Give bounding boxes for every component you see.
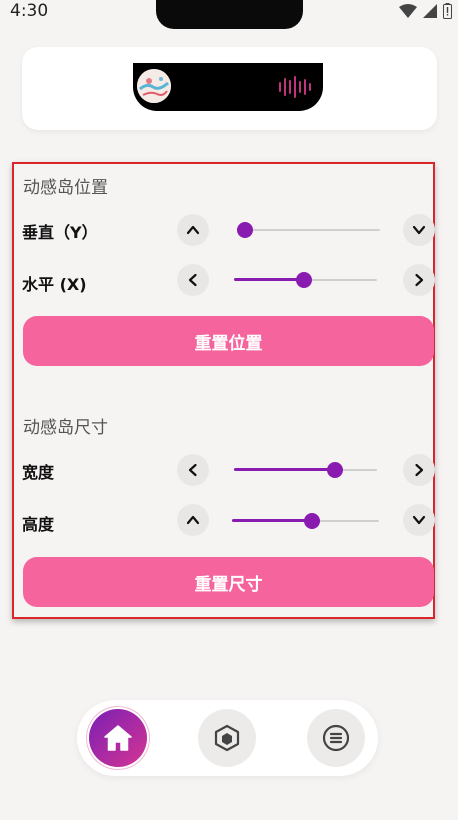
horizontal-right-button[interactable] bbox=[403, 264, 435, 296]
cube-icon bbox=[214, 724, 240, 752]
album-art-icon bbox=[137, 69, 171, 103]
slider-thumb[interactable] bbox=[326, 462, 343, 478]
nav-menu-button[interactable] bbox=[307, 709, 365, 767]
slider-fill bbox=[234, 278, 305, 281]
reset-size-button[interactable]: 重置尺寸 bbox=[23, 557, 434, 607]
slider-fill bbox=[234, 468, 335, 471]
preview-card bbox=[22, 47, 437, 130]
height-slider[interactable] bbox=[232, 511, 379, 531]
horizontal-label: 水平 (X) bbox=[22, 275, 87, 294]
chevron-right-icon bbox=[415, 463, 424, 477]
menu-icon bbox=[322, 724, 350, 752]
chevron-down-icon bbox=[412, 225, 426, 235]
home-icon bbox=[104, 725, 132, 751]
battery-icon bbox=[443, 3, 452, 19]
width-increase-button[interactable] bbox=[403, 454, 435, 486]
slider-track bbox=[237, 229, 380, 231]
slider-thumb[interactable] bbox=[237, 222, 253, 238]
dynamic-island-preview[interactable] bbox=[133, 63, 323, 111]
slider-fill bbox=[232, 519, 313, 522]
chevron-up-icon bbox=[186, 225, 200, 235]
island-settings-panel: 动感岛位置 垂直（Y） 水平 (X) 重置位置 动感岛尺寸 宽度 高度 重置尺寸 bbox=[12, 162, 435, 619]
slider-thumb[interactable] bbox=[296, 272, 313, 288]
vertical-slider[interactable] bbox=[237, 220, 380, 240]
width-label: 宽度 bbox=[22, 463, 55, 482]
vertical-label: 垂直（Y） bbox=[22, 223, 98, 242]
bottom-nav bbox=[77, 700, 378, 776]
reset-position-button[interactable]: 重置位置 bbox=[23, 316, 434, 366]
chevron-up-icon bbox=[186, 515, 200, 525]
horizontal-slider[interactable] bbox=[234, 270, 377, 290]
status-time: 4:30 bbox=[10, 1, 49, 21]
height-down-button[interactable] bbox=[403, 504, 435, 536]
horizontal-left-button[interactable] bbox=[177, 264, 209, 296]
vertical-down-button[interactable] bbox=[403, 214, 435, 246]
nav-home-button[interactable] bbox=[89, 709, 147, 767]
width-decrease-button[interactable] bbox=[177, 454, 209, 486]
signal-icon bbox=[423, 4, 437, 18]
status-icons bbox=[399, 3, 452, 19]
nav-cube-button[interactable] bbox=[198, 709, 256, 767]
wifi-icon bbox=[399, 4, 417, 18]
slider-thumb[interactable] bbox=[304, 513, 321, 529]
vertical-up-button[interactable] bbox=[177, 214, 209, 246]
height-label: 高度 bbox=[22, 515, 55, 534]
chevron-down-icon bbox=[412, 515, 426, 525]
size-section-title: 动感岛尺寸 bbox=[23, 418, 108, 438]
chevron-left-icon bbox=[188, 463, 197, 477]
chevron-right-icon bbox=[415, 273, 424, 287]
width-slider[interactable] bbox=[234, 460, 377, 480]
audio-wave-icon bbox=[279, 75, 311, 99]
height-up-button[interactable] bbox=[177, 504, 209, 536]
camera-cutout bbox=[156, 0, 303, 29]
position-section-title: 动感岛位置 bbox=[23, 178, 108, 198]
chevron-left-icon bbox=[188, 273, 197, 287]
